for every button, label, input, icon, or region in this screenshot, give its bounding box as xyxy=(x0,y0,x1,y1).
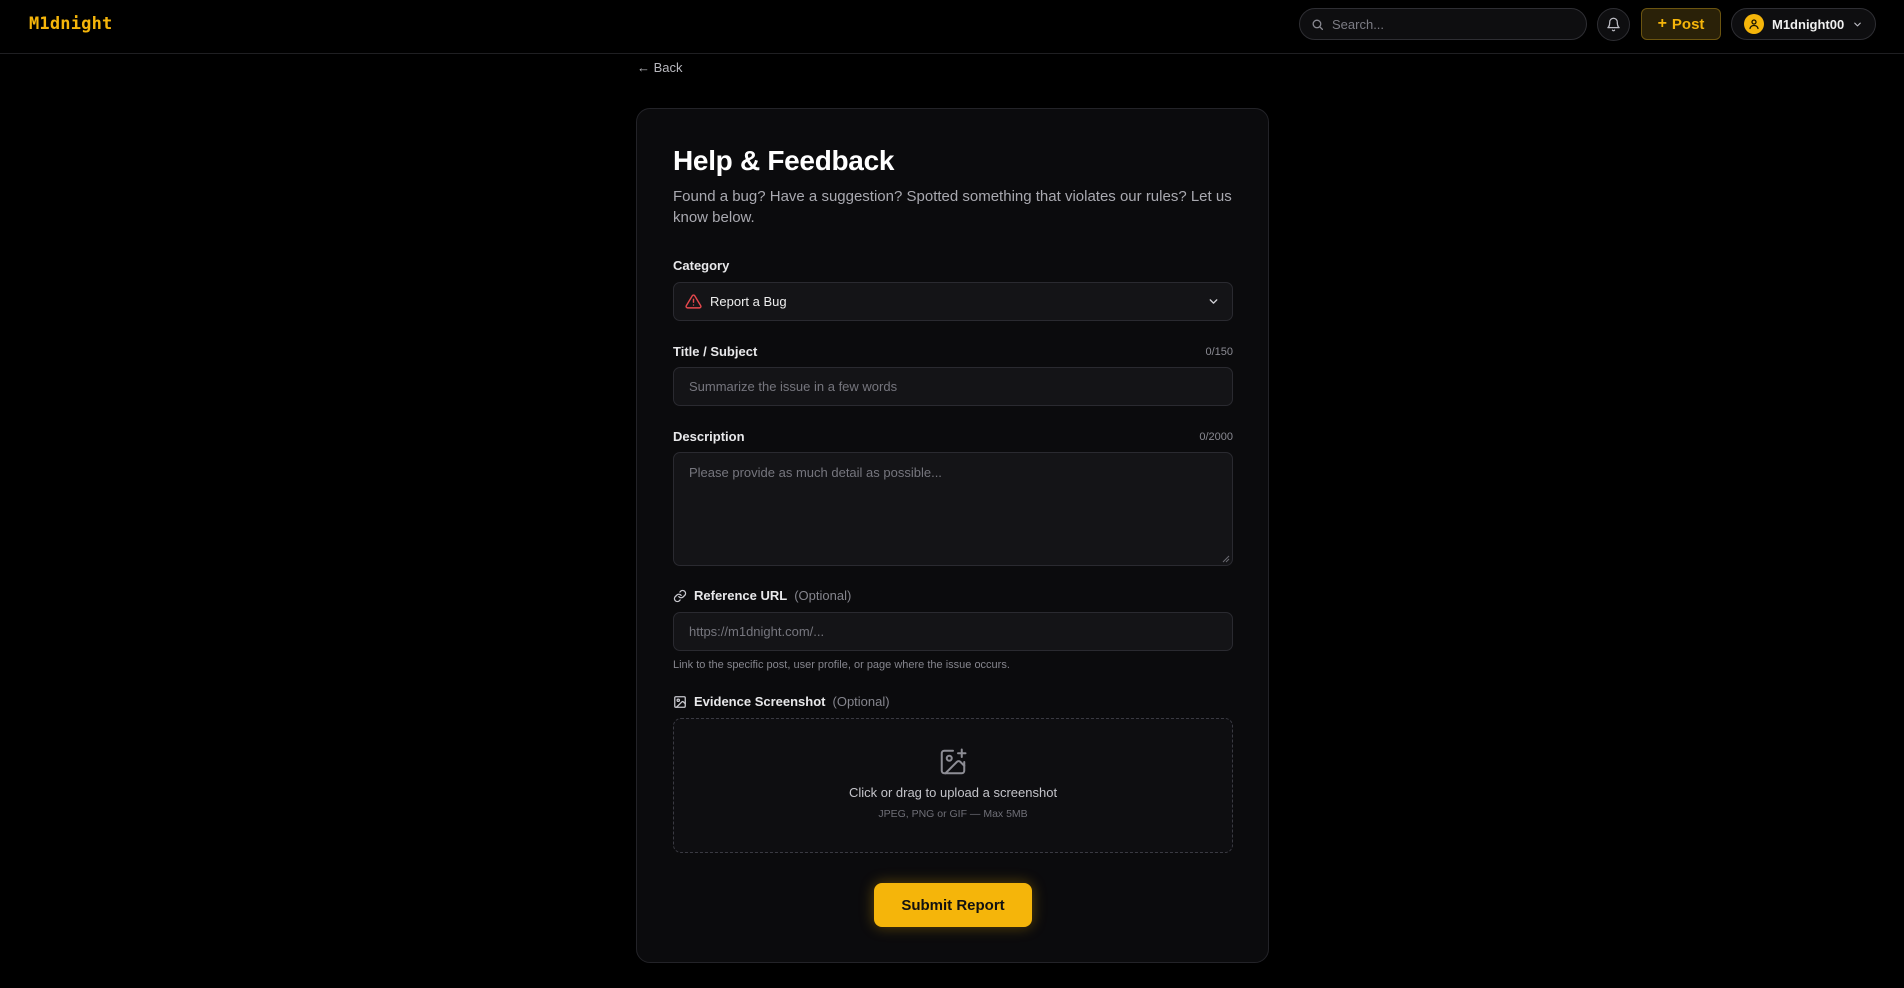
page-title: Help & Feedback xyxy=(673,145,895,176)
reference-url-header: Reference URL (Optional) xyxy=(673,588,1233,603)
description-field-header: Description 0/2000 xyxy=(673,428,1233,444)
category-selected-value: Report a Bug xyxy=(710,294,787,309)
reference-url-help: Link to the specific post, user profile,… xyxy=(673,659,1010,671)
image-plus-icon xyxy=(940,748,967,775)
upload-file-hint: JPEG, PNG or GIF — Max 5MB xyxy=(878,808,1028,820)
description-textarea[interactable] xyxy=(674,453,1232,565)
user-icon xyxy=(1749,19,1759,30)
evidence-screenshot-header: Evidence Screenshot (Optional) xyxy=(673,694,1233,709)
avatar xyxy=(1744,14,1764,34)
screenshot-upload-dropzone[interactable]: Click or drag to upload a screenshot JPE… xyxy=(673,718,1233,853)
reference-url-optional: (Optional) xyxy=(794,588,852,603)
chevron-down-icon xyxy=(1209,299,1218,304)
site-logo[interactable]: M1dnight xyxy=(29,14,112,34)
evidence-screenshot-optional: (Optional) xyxy=(832,694,890,709)
title-field[interactable] xyxy=(673,367,1233,406)
category-label: Category xyxy=(673,258,730,273)
evidence-screenshot-label: Evidence Screenshot xyxy=(694,694,826,709)
bell-icon xyxy=(1607,17,1620,32)
warning-triangle-icon xyxy=(685,294,702,309)
reference-url-field[interactable] xyxy=(673,612,1233,651)
plus-icon: + xyxy=(1657,15,1667,32)
title-label: Title / Subject xyxy=(673,344,758,359)
search-input[interactable] xyxy=(1332,16,1572,32)
resize-handle-icon[interactable] xyxy=(1222,555,1230,563)
notifications-button[interactable] xyxy=(1597,8,1630,41)
search-icon xyxy=(1312,19,1324,30)
reference-url-label: Reference URL xyxy=(694,588,788,603)
reference-url-input[interactable] xyxy=(674,613,1232,650)
search-box[interactable] xyxy=(1299,8,1587,40)
new-post-label: Post xyxy=(1671,15,1705,33)
link-icon xyxy=(673,589,687,602)
user-menu-button[interactable]: M1dnight00 xyxy=(1731,8,1876,40)
description-counter: 0/2000 xyxy=(1199,431,1233,443)
username: M1dnight00 xyxy=(1772,16,1845,32)
chevron-down-icon xyxy=(1854,22,1862,26)
page-subtitle: Found a bug? Have a suggestion? Spotted … xyxy=(673,188,1232,226)
description-label: Description xyxy=(673,429,745,444)
title-counter: 0/150 xyxy=(1205,346,1233,358)
category-select[interactable]: Report a Bug xyxy=(673,282,1233,321)
image-icon xyxy=(674,695,686,708)
new-post-button[interactable]: + Post xyxy=(1641,8,1721,40)
feedback-card: Help & Feedback Found a bug? Have a sugg… xyxy=(636,108,1269,963)
submit-report-button[interactable]: Submit Report xyxy=(874,883,1032,927)
top-navbar: M1dnight + Post M1dnight00 xyxy=(0,0,1904,54)
upload-instructions: Click or drag to upload a screenshot xyxy=(848,785,1058,800)
back-link[interactable]: ← Back xyxy=(637,60,683,75)
description-field[interactable] xyxy=(673,452,1233,566)
title-input[interactable] xyxy=(674,368,1232,405)
title-field-header: Title / Subject 0/150 xyxy=(673,343,1233,359)
